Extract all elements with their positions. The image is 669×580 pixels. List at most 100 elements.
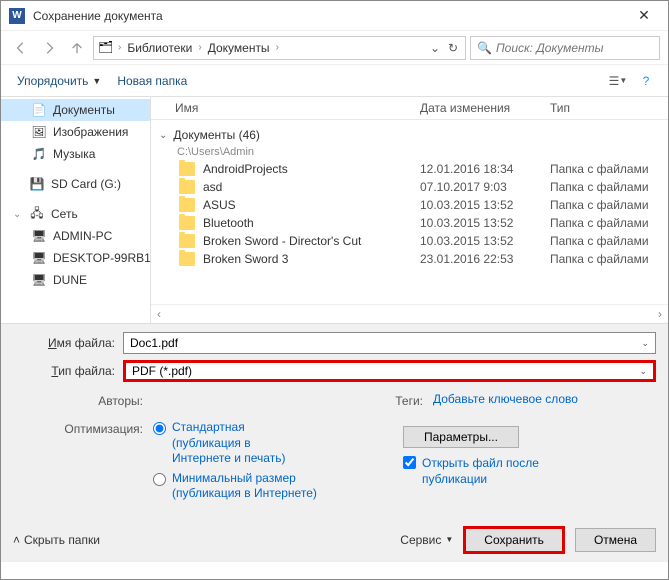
column-headers: Имя Дата изменения Тип <box>151 97 668 120</box>
libraries-icon: 🗂 <box>98 40 114 56</box>
toolbar: Упорядочить ▼ Новая папка ☰▼ ? <box>1 65 668 97</box>
open-after-checkbox[interactable] <box>403 456 416 469</box>
file-type: Папка с файлами <box>550 180 660 194</box>
radio-minimal[interactable] <box>153 473 166 486</box>
chevron-down-icon: ▼ <box>92 76 101 86</box>
file-row[interactable]: Broken Sword 323.01.2016 22:53Папка с фа… <box>159 250 660 268</box>
radio-standard[interactable] <box>153 422 166 435</box>
file-row[interactable]: asd07.10.2017 9:03Папка с файлами <box>159 178 660 196</box>
authors-value[interactable] <box>153 392 393 410</box>
tools-button[interactable]: Сервис ▼ <box>400 533 453 547</box>
filetype-value: PDF (*.pdf) <box>132 364 192 378</box>
file-row[interactable]: Broken Sword - Director's Cut10.03.2015 … <box>159 232 660 250</box>
content-area: 📄 Документы 🖼Изображения 🎵 Музыка 💾SD Card (G… <box>1 97 668 323</box>
radio-minimal-label: Минимальный размер (публикация в Интерне… <box>172 471 322 502</box>
chevron-down-icon[interactable]: ⌄ <box>159 130 167 141</box>
cancel-button[interactable]: Отмена <box>575 528 656 552</box>
breadcrumb-libraries[interactable]: Библиотеки <box>123 39 196 57</box>
nav-label: DUNE <box>53 273 87 287</box>
chevron-right-icon[interactable]: › <box>198 42 201 53</box>
organize-button[interactable]: Упорядочить ▼ <box>9 70 109 92</box>
column-date[interactable]: Дата изменения <box>420 101 550 115</box>
sidebar-item-desktop-99rb1[interactable]: 🖥DESKTOP-99RB1 <box>1 247 150 269</box>
back-button[interactable] <box>9 36 33 60</box>
nav-icon: 📄 <box>31 102 47 118</box>
forward-button[interactable] <box>37 36 61 60</box>
new-folder-label: Новая папка <box>117 74 187 88</box>
file-row[interactable]: ASUS10.03.2015 13:52Папка с файлами <box>159 196 660 214</box>
sidebar-item-сеть[interactable]: ⌄ 🖧 Сеть <box>1 203 150 225</box>
folder-icon <box>179 216 195 230</box>
search-icon: 🔍 <box>477 41 492 55</box>
expander-icon[interactable]: ⌄ <box>13 209 23 220</box>
sidebar-item-изображения[interactable]: 🖼Изображения <box>1 121 150 143</box>
nav-icon: 🖧 <box>29 206 45 222</box>
new-folder-button[interactable]: Новая папка <box>109 70 195 92</box>
file-type: Папка с файлами <box>550 252 660 266</box>
optimize-label: Оптимизация: <box>63 420 153 436</box>
nav-icon: 💾 <box>29 176 45 192</box>
chevron-down-icon[interactable]: ⌄ <box>641 338 649 349</box>
sidebar-item-dune[interactable]: 🖥 DUNE <box>1 269 150 291</box>
action-bar: ˄ Скрыть папки Сервис ▼ Сохранить Отмена <box>1 518 668 562</box>
optimize-minimal-radio[interactable]: Минимальный размер (публикация в Интерне… <box>153 471 393 502</box>
file-name: asd <box>203 180 420 194</box>
breadcrumb-documents[interactable]: Документы <box>204 39 274 57</box>
close-button[interactable]: ✕ <box>624 1 664 31</box>
file-type: Папка с файлами <box>550 198 660 212</box>
file-name: Broken Sword 3 <box>203 252 420 266</box>
tags-value[interactable]: Добавьте ключевое слово <box>433 392 656 406</box>
breadcrumb[interactable]: 🗂 › Библиотеки › Документы › ⌄ ↻ <box>93 36 466 60</box>
chevron-right-icon[interactable]: › <box>118 42 121 53</box>
nav-label: Изображения <box>53 125 128 139</box>
nav-label: Документы <box>53 103 115 117</box>
nav-icon: 🎵 <box>31 146 47 162</box>
file-name: ASUS <box>203 198 420 212</box>
authors-label: Авторы: <box>63 392 153 408</box>
up-button[interactable] <box>65 36 89 60</box>
chevron-right-icon[interactable]: › <box>276 42 279 53</box>
sidebar-item-документы[interactable]: 📄 Документы <box>1 99 150 121</box>
sidebar-item-музыка[interactable]: 🎵 Музыка <box>1 143 150 165</box>
address-bar: 🗂 › Библиотеки › Документы › ⌄ ↻ 🔍 <box>1 31 668 65</box>
file-row[interactable]: Bluetooth10.03.2015 13:52Папка с файлами <box>159 214 660 232</box>
search-input[interactable] <box>496 41 653 55</box>
file-row[interactable]: AndroidProjects12.01.2016 18:34Папка с ф… <box>159 160 660 178</box>
sidebar-item-admin-pc[interactable]: 🖥ADMIN-PC <box>1 225 150 247</box>
search-box[interactable]: 🔍 <box>470 36 660 60</box>
optimize-standard-radio[interactable]: Стандартная (публикация в Интернете и пе… <box>153 420 393 467</box>
chevron-down-icon[interactable]: ⌄ <box>639 366 647 377</box>
filetype-select[interactable]: PDF (*.pdf) ⌄ <box>123 360 656 382</box>
save-button[interactable]: Сохранить <box>463 526 565 554</box>
column-type[interactable]: Тип <box>550 101 660 115</box>
file-date: 10.03.2015 13:52 <box>420 234 550 248</box>
group-header[interactable]: ⌄Документы (46) <box>159 126 660 144</box>
parameters-button[interactable]: Параметры... <box>403 426 519 448</box>
titlebar: W Сохранение документа ✕ <box>1 1 668 31</box>
help-button[interactable]: ? <box>632 69 660 93</box>
file-date: 10.03.2015 13:52 <box>420 216 550 230</box>
sidebar-item-sd-card-g-[interactable]: 💾SD Card (G:) <box>1 173 150 195</box>
filename-input[interactable]: Doc1.pdf ⌄ <box>123 332 656 354</box>
hide-folders-button[interactable]: ˄ Скрыть папки <box>13 533 100 547</box>
hide-folders-label: Скрыть папки <box>24 533 100 547</box>
refresh-button[interactable]: ↻ <box>445 38 461 58</box>
view-options-button[interactable]: ☰▼ <box>604 69 632 93</box>
filename-label: Имя файла: <box>13 336 123 350</box>
file-date: 10.03.2015 13:52 <box>420 198 550 212</box>
tags-label: Теги: <box>393 392 433 408</box>
open-after-label: Открыть файл после публикации <box>422 456 572 487</box>
nav-icon: 🖥 <box>31 272 47 288</box>
chevron-up-icon: ˄ <box>13 533 20 547</box>
nav-label: Музыка <box>53 147 95 161</box>
horizontal-scrollbar[interactable]: ‹› <box>151 304 668 323</box>
folder-icon <box>179 252 195 266</box>
open-after-checkbox-row[interactable]: Открыть файл после публикации <box>403 456 656 487</box>
file-name: Bluetooth <box>203 216 420 230</box>
file-body[interactable]: ⌄Документы (46)C:\Users\AdminAndroidProj… <box>151 120 668 304</box>
file-date: 12.01.2016 18:34 <box>420 162 550 176</box>
column-name[interactable]: Имя <box>159 101 420 115</box>
file-type: Папка с файлами <box>550 162 660 176</box>
breadcrumb-dropdown[interactable]: ⌄ <box>427 38 443 58</box>
nav-label: Сеть <box>51 207 78 221</box>
